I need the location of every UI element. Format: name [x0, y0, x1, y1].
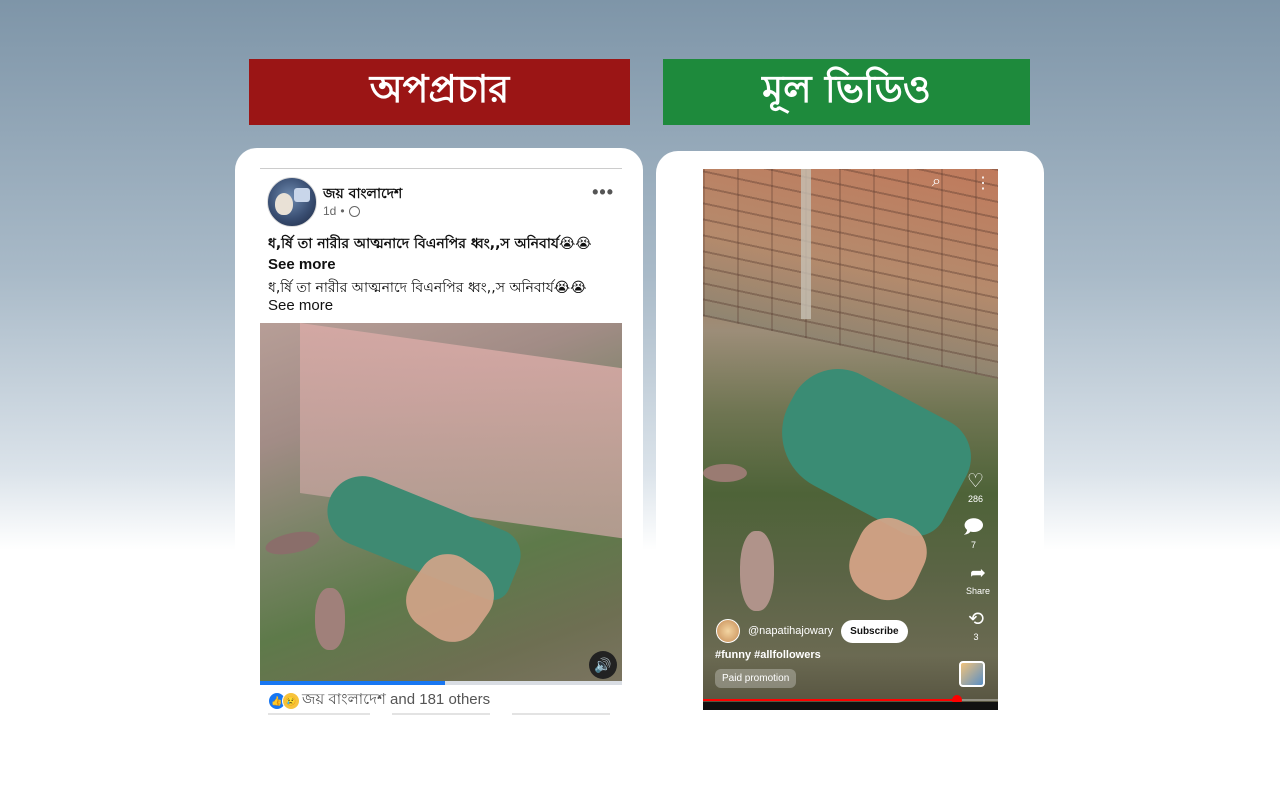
subscribe-button[interactable]: Subscribe [841, 619, 908, 643]
post-meta: 1d • [323, 204, 360, 218]
misinformation-banner: অপপ্রচার [249, 59, 630, 125]
dot-separator: • [340, 204, 345, 218]
reactions-summary[interactable]: 👍 😢 জয় বাংলাদেশ and 181 others [268, 688, 490, 713]
post-caption: ধ,র্ষি তা নারীর আত্মনাদে বিএনপির ধ্বং,,স… [268, 236, 592, 252]
remix-count: 3 [973, 632, 979, 642]
paid-promotion-badge[interactable]: Paid promotion [715, 669, 797, 688]
original-video-banner: মূল ভিডিও [663, 59, 1030, 125]
divider [260, 168, 622, 169]
search-icon[interactable]: ⌕ [932, 173, 941, 191]
facebook-post-card: জয় বাংলাদেশ 1d • ••• ধ,র্ষি তা নারীর আত… [235, 148, 643, 726]
action-bar-divider [512, 713, 610, 715]
share-button[interactable]: ➦ Share [965, 563, 990, 597]
video-hashtags[interactable]: #funny #allfollowers [715, 649, 821, 661]
sad-reaction-icon: 😢 [282, 691, 300, 710]
post-time: 1d [323, 204, 337, 218]
post-video[interactable]: 🔊 [260, 323, 622, 685]
video-figure [760, 351, 986, 547]
page-name[interactable]: জয় বাংলাদেশ [323, 182, 402, 206]
heart-icon: ♡ [966, 471, 984, 492]
avatar-face [275, 193, 293, 215]
like-button[interactable]: ♡ 286 [966, 471, 984, 505]
reactions-text: জয় বাংলাদেশ and 181 others [302, 691, 491, 708]
video-slipper [263, 527, 322, 559]
remix-button[interactable]: ⟲ 3 [968, 609, 984, 643]
see-more-link-repeat[interactable]: See more [268, 297, 620, 314]
video-progress-bar[interactable] [260, 681, 622, 685]
page-avatar[interactable] [267, 177, 317, 227]
video-pole [801, 169, 811, 319]
video-brick-wall [703, 169, 998, 380]
channel-handle[interactable]: @napatihajowary [748, 625, 833, 637]
comment-count: 7 [970, 540, 976, 550]
video-progress-bar[interactable] [703, 695, 998, 705]
more-vert-icon[interactable]: ⋮ [975, 173, 991, 193]
globe-icon [348, 205, 360, 217]
remix-icon: ⟲ [968, 609, 984, 630]
share-icon: ➦ [970, 563, 986, 584]
channel-row: @napatihajowary Subscribe [716, 619, 908, 643]
volume-icon[interactable]: 🔊 [589, 651, 617, 679]
comment-icon: 🗩 [962, 517, 984, 538]
channel-avatar[interactable] [716, 619, 740, 643]
facebook-post: জয় বাংলাদেশ 1d • ••• ধ,র্ষি তা নারীর আত… [260, 168, 622, 716]
action-bar-divider [268, 713, 370, 715]
video-slipper [740, 531, 774, 611]
short-video[interactable]: ⌕ ⋮ ♡ 286 🗩 7 ➦ Share ⟲ 3 @napatihajowar… [703, 169, 998, 710]
video-progress-fill [260, 681, 445, 685]
video-slipper [703, 464, 747, 482]
sound-thumbnail[interactable] [959, 661, 985, 687]
action-bar-divider [392, 713, 490, 715]
original-video-card: ⌕ ⋮ ♡ 286 🗩 7 ➦ Share ⟲ 3 @napatihajowar… [656, 151, 1044, 726]
share-label: Share [965, 586, 990, 596]
comment-button[interactable]: 🗩 7 [962, 517, 984, 551]
more-options-icon[interactable]: ••• [592, 182, 614, 203]
bottom-nav-bar [703, 702, 998, 710]
like-count: 286 [967, 494, 983, 504]
video-slipper [315, 588, 345, 650]
video-progress-fill [703, 699, 957, 701]
avatar-logo [294, 188, 310, 202]
see-more-link[interactable]: See more [268, 256, 620, 273]
